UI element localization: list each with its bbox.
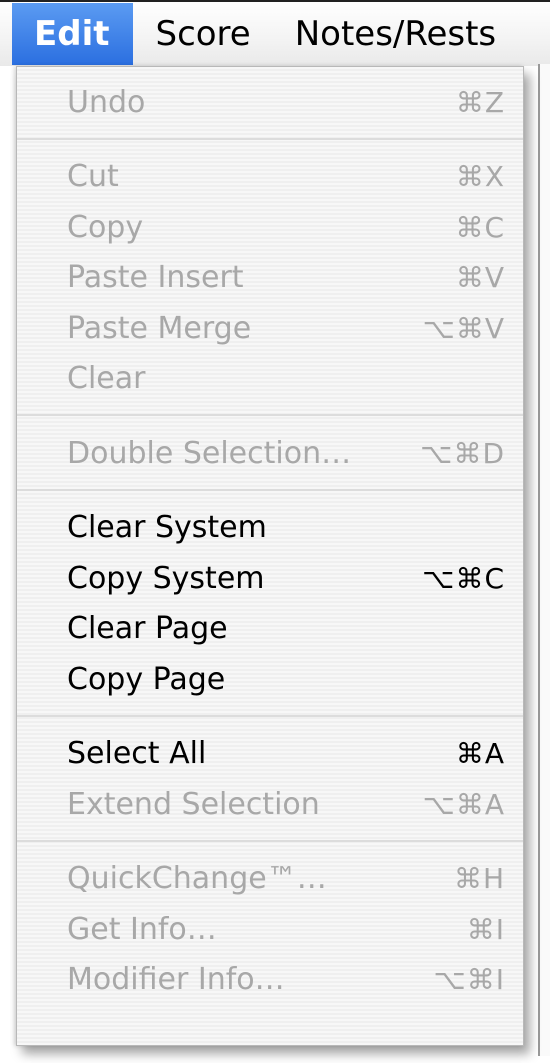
menu-edit[interactable]: Edit bbox=[12, 3, 134, 65]
menu-item-label: Undo bbox=[67, 84, 146, 120]
menu-item-label: Modifier Info… bbox=[67, 962, 285, 997]
menu-item-shortcut: ⌘V bbox=[455, 261, 505, 294]
edit-menu-dropdown: Undo ⌘Z Cut ⌘X Copy ⌘C Paste Insert ⌘V Paste Mer… bbox=[16, 66, 524, 1046]
menu-item-quickchange[interactable]: QuickChange™… ⌘H bbox=[17, 854, 525, 904]
menu-item-label: Double Selection… bbox=[67, 435, 352, 471]
menu-item-paste-merge[interactable]: Paste Merge ⌥⌘V bbox=[17, 303, 525, 353]
menu-item-clear[interactable]: Clear bbox=[17, 354, 525, 404]
screen: Edit Score Notes/Rests Undo ⌘Z Cut ⌘X Copy ⌘C… bbox=[0, 0, 550, 1063]
menu-notes-rests[interactable]: Notes/Rests bbox=[273, 3, 518, 65]
menu-separator bbox=[17, 137, 523, 140]
menu-item-copy-page[interactable]: Copy Page bbox=[17, 654, 525, 704]
menu-item-label: Copy System bbox=[67, 560, 265, 596]
menu-item-label: QuickChange™… bbox=[67, 861, 327, 896]
menu-item-extend-selection[interactable]: Extend Selection ⌥⌘A bbox=[17, 779, 525, 829]
menu-item-label: Extend Selection bbox=[67, 786, 320, 822]
menu-separator bbox=[17, 714, 523, 717]
menu-item-shortcut: ⌘H bbox=[453, 862, 505, 895]
menu-item-shortcut: ⌘X bbox=[455, 160, 505, 193]
menu-item-shortcut: ⌥⌘C bbox=[422, 561, 505, 595]
menu-item-label: Clear System bbox=[67, 510, 267, 545]
menu-item-label: Paste Insert bbox=[67, 260, 244, 295]
menu-item-double-selection[interactable]: Double Selection… ⌥⌘D bbox=[17, 428, 525, 478]
menu-item-label: Clear bbox=[67, 361, 146, 396]
menu-item-shortcut: ⌘C bbox=[455, 210, 505, 244]
menu-item-shortcut: ⌘A bbox=[455, 737, 505, 770]
menu-item-shortcut: ⌘I bbox=[466, 912, 505, 946]
menu-separator bbox=[17, 414, 523, 416]
menu-item-paste-insert[interactable]: Paste Insert ⌘V bbox=[17, 253, 525, 303]
menu-item-copy-system[interactable]: Copy System ⌥⌘C bbox=[17, 553, 525, 603]
menu-item-shortcut: ⌥⌘I bbox=[433, 963, 505, 996]
menu-item-label: Copy bbox=[67, 209, 144, 245]
menu-score[interactable]: Score bbox=[133, 3, 272, 65]
menu-item-copy[interactable]: Copy ⌘C bbox=[17, 202, 525, 252]
menu-item-label: Get Info… bbox=[67, 911, 217, 947]
menu-item-modifier-info[interactable]: Modifier Info… ⌥⌘I bbox=[17, 955, 525, 1005]
menu-item-label: Select All bbox=[67, 736, 207, 771]
menu-item-cut[interactable]: Cut ⌘X bbox=[17, 152, 525, 202]
menu-item-shortcut: ⌥⌘V bbox=[422, 311, 505, 345]
menu-item-clear-page[interactable]: Clear Page bbox=[17, 604, 525, 654]
menu-item-shortcut: ⌘Z bbox=[455, 85, 505, 119]
menu-separator bbox=[17, 839, 523, 842]
menu-item-label: Copy Page bbox=[67, 661, 226, 697]
menu-item-label: Clear Page bbox=[67, 611, 228, 646]
menu-separator bbox=[17, 488, 523, 491]
menu-item-clear-system[interactable]: Clear System bbox=[17, 503, 525, 553]
window-edge bbox=[538, 64, 550, 1056]
menu-item-label: Paste Merge bbox=[67, 310, 252, 346]
menu-item-select-all[interactable]: Select All ⌘A bbox=[17, 729, 525, 779]
menu-item-shortcut: ⌥⌘A bbox=[422, 787, 505, 821]
menu-item-undo[interactable]: Undo ⌘Z bbox=[17, 77, 525, 127]
menu-item-get-info[interactable]: Get Info… ⌘I bbox=[17, 904, 525, 954]
menu-bar: Edit Score Notes/Rests bbox=[0, 0, 550, 66]
menu-item-label: Cut bbox=[67, 159, 119, 194]
menu-item-shortcut: ⌥⌘D bbox=[420, 436, 505, 470]
